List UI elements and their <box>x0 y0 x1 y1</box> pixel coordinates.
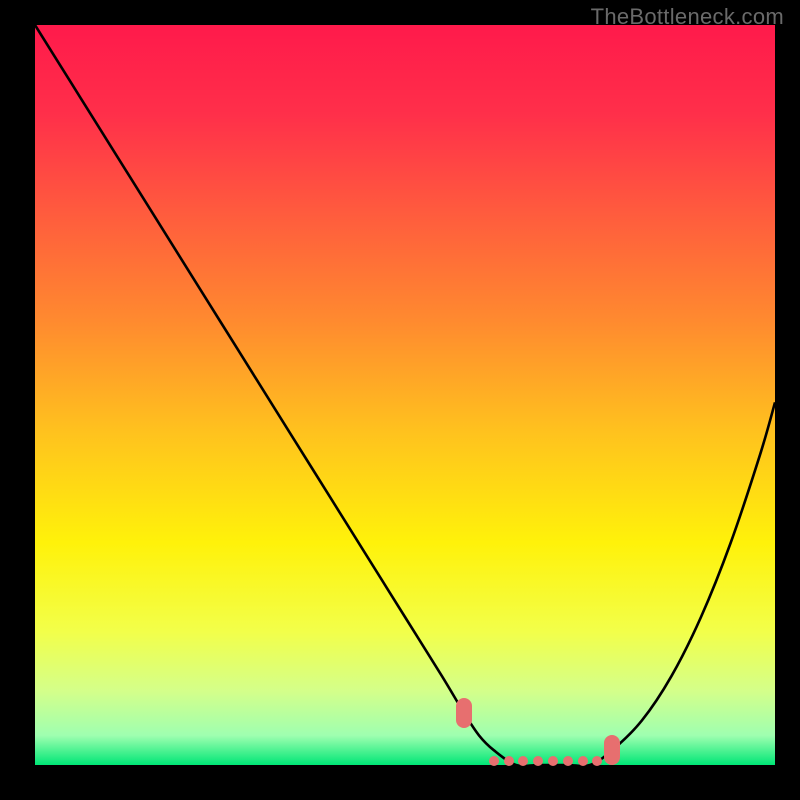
bottleneck-curve <box>35 25 775 765</box>
plot-area <box>35 25 775 765</box>
marker-dot <box>548 756 558 766</box>
chart-container: TheBottleneck.com <box>0 0 800 800</box>
marker-pill <box>604 735 620 765</box>
marker-dot <box>504 756 514 766</box>
marker-dot <box>563 756 573 766</box>
marker-dot <box>533 756 543 766</box>
watermark-text: TheBottleneck.com <box>591 4 784 30</box>
marker-pill <box>456 698 472 728</box>
marker-dot <box>489 756 499 766</box>
marker-dot <box>592 756 602 766</box>
curve-layer <box>35 25 775 765</box>
marker-dot <box>578 756 588 766</box>
marker-dot <box>518 756 528 766</box>
